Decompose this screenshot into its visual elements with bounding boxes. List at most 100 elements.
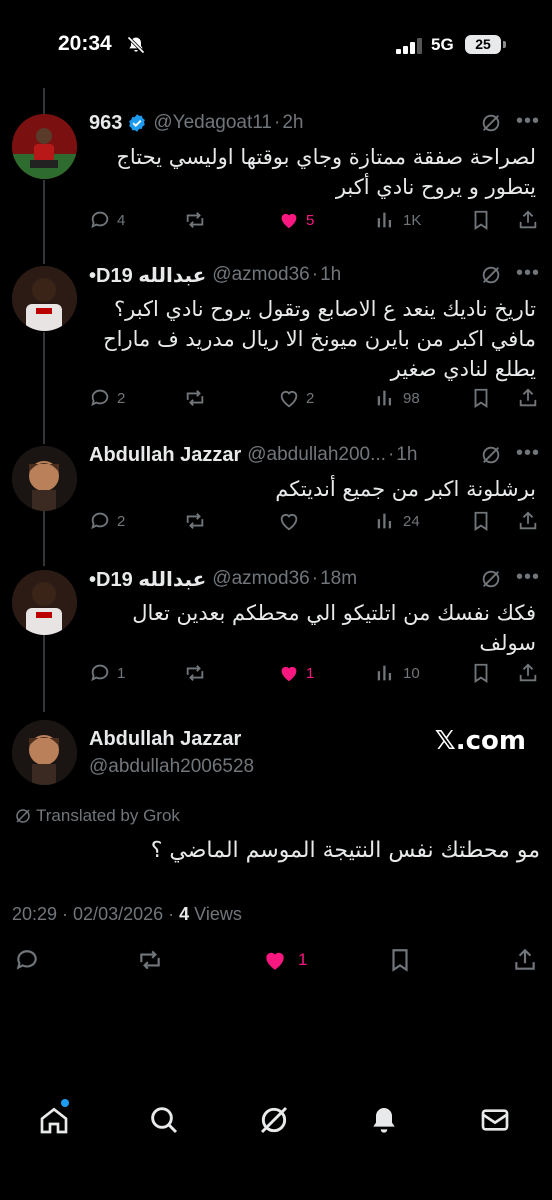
display-name[interactable]: Abdullah Jazzar — [89, 444, 241, 467]
tweet-actions: 1 1 10 — [89, 660, 540, 686]
like-button[interactable]: 2 — [278, 385, 314, 411]
user-handle[interactable]: @Yedagoat11 — [153, 112, 272, 134]
bookmark-button[interactable] — [470, 660, 492, 686]
tweet-header: Abdullah Jazzar @abdullah200... · 1h — [89, 443, 418, 467]
tweet-time: 1h — [320, 264, 342, 285]
like-button[interactable] — [278, 508, 300, 534]
reply-button[interactable]: 2 — [89, 508, 125, 534]
grok-icon[interactable] — [480, 264, 502, 286]
repost-icon — [140, 950, 160, 970]
like-button[interactable]: 1 — [262, 947, 307, 973]
tweet-time: 1h — [396, 444, 418, 465]
user-handle[interactable]: @azmod36 — [212, 264, 309, 286]
bookmark-button[interactable] — [387, 947, 413, 973]
share-button[interactable] — [512, 947, 538, 973]
like-button[interactable]: 5 — [278, 207, 314, 233]
share-button[interactable] — [517, 385, 539, 411]
repost-button[interactable] — [184, 508, 206, 534]
repost-icon — [186, 212, 204, 228]
avatar[interactable] — [12, 720, 77, 785]
like-count: 5 — [306, 211, 315, 229]
tweet-text: مو محطتك نفس النتيجة الموسم الماضي ؟ — [150, 838, 540, 863]
bookmark-button[interactable] — [470, 508, 492, 534]
nav-notifications[interactable] — [368, 1104, 400, 1136]
views-icon — [377, 513, 392, 529]
bookmark-icon — [474, 511, 488, 531]
avatar[interactable] — [12, 570, 77, 635]
grok-icon — [16, 809, 30, 823]
views-button[interactable]: 24 — [375, 508, 420, 534]
x-watermark: 𝕏.com — [434, 726, 526, 756]
bookmark-button[interactable] — [470, 207, 492, 233]
views-button[interactable]: 98 — [375, 385, 420, 411]
user-handle[interactable]: @azmod36 — [212, 568, 309, 590]
grok-icon[interactable] — [480, 112, 502, 134]
heart-icon — [280, 514, 298, 531]
tweet-header: •D19 عبدالله @azmod36 · 18m — [89, 567, 358, 592]
avatar[interactable] — [12, 446, 77, 511]
battery-tip — [503, 41, 506, 48]
heart-filled-icon — [266, 952, 284, 970]
more-options-icon[interactable]: ••• — [516, 110, 540, 133]
views-icon — [377, 212, 392, 228]
nav-search[interactable] — [148, 1104, 180, 1136]
display-name[interactable]: •D19 عبدالله — [89, 263, 206, 288]
bookmark-button[interactable] — [470, 385, 492, 411]
user-handle[interactable]: @abdullah2006528 — [89, 756, 254, 778]
tweet-text: فكك نفسك من اتلتيكو الي محطكم بعدين تعال… — [132, 601, 536, 655]
grok-icon[interactable] — [480, 568, 502, 590]
more-options-icon[interactable]: ••• — [516, 262, 540, 285]
avatar[interactable] — [12, 266, 77, 331]
tweet-text: تاريخ ناديك ينعد ع الاصابع وتقول يروح نا… — [103, 297, 536, 381]
nav-messages[interactable] — [479, 1104, 511, 1136]
thread-line — [43, 180, 45, 264]
signal-icon — [396, 38, 422, 54]
bookmark-icon — [474, 210, 488, 230]
views-count: 1K — [403, 211, 422, 229]
display-name[interactable]: Abdullah Jazzar — [89, 728, 241, 751]
repost-button[interactable] — [184, 385, 206, 411]
nav-home[interactable] — [38, 1104, 70, 1136]
thread-line — [43, 332, 45, 444]
repost-button[interactable] — [184, 207, 206, 233]
views-icon — [377, 665, 392, 681]
heart-icon — [280, 391, 298, 408]
repost-button[interactable] — [137, 947, 163, 973]
share-button[interactable] — [517, 508, 539, 534]
nav-grok[interactable] — [258, 1104, 290, 1136]
repost-button[interactable] — [184, 660, 206, 686]
more-options-icon[interactable]: ••• — [516, 442, 540, 465]
verified-badge-icon — [129, 114, 146, 132]
share-icon — [519, 210, 537, 229]
views-count: 10 — [403, 664, 420, 682]
bookmark-icon — [474, 388, 488, 408]
share-button[interactable] — [517, 207, 539, 233]
avatar[interactable] — [12, 114, 77, 179]
views-count: 4 — [179, 904, 190, 924]
repost-icon — [186, 390, 204, 406]
more-options-icon[interactable]: ••• — [516, 566, 540, 589]
thread-line — [43, 88, 45, 114]
reply-button[interactable]: 1 — [89, 660, 125, 686]
user-handle[interactable]: @abdullah200... — [247, 444, 386, 466]
views-button[interactable]: 1K — [375, 207, 421, 233]
grok-icon[interactable] — [480, 444, 502, 466]
share-icon — [519, 388, 537, 407]
grok-icon — [260, 1106, 288, 1134]
views-button[interactable]: 10 — [375, 660, 420, 686]
reply-count: 4 — [117, 211, 126, 229]
display-name[interactable]: •D19 عبدالله — [89, 567, 206, 592]
reply-button[interactable] — [14, 947, 40, 973]
reply-count: 1 — [117, 664, 126, 682]
views-count: 98 — [403, 389, 420, 407]
share-icon — [519, 663, 537, 682]
reply-button[interactable]: 2 — [89, 385, 125, 411]
reply-button[interactable]: 4 — [89, 207, 125, 233]
share-button[interactable] — [517, 660, 539, 686]
status-bar: 20:34 5G 25 — [0, 0, 552, 90]
search-icon — [151, 1107, 178, 1134]
tweet-text: برشلونة اكبر من جميع أنديتكم — [275, 477, 536, 501]
status-time: 20:34 — [58, 32, 112, 55]
like-button[interactable]: 1 — [278, 660, 314, 686]
display-name[interactable]: 963 — [89, 112, 122, 135]
